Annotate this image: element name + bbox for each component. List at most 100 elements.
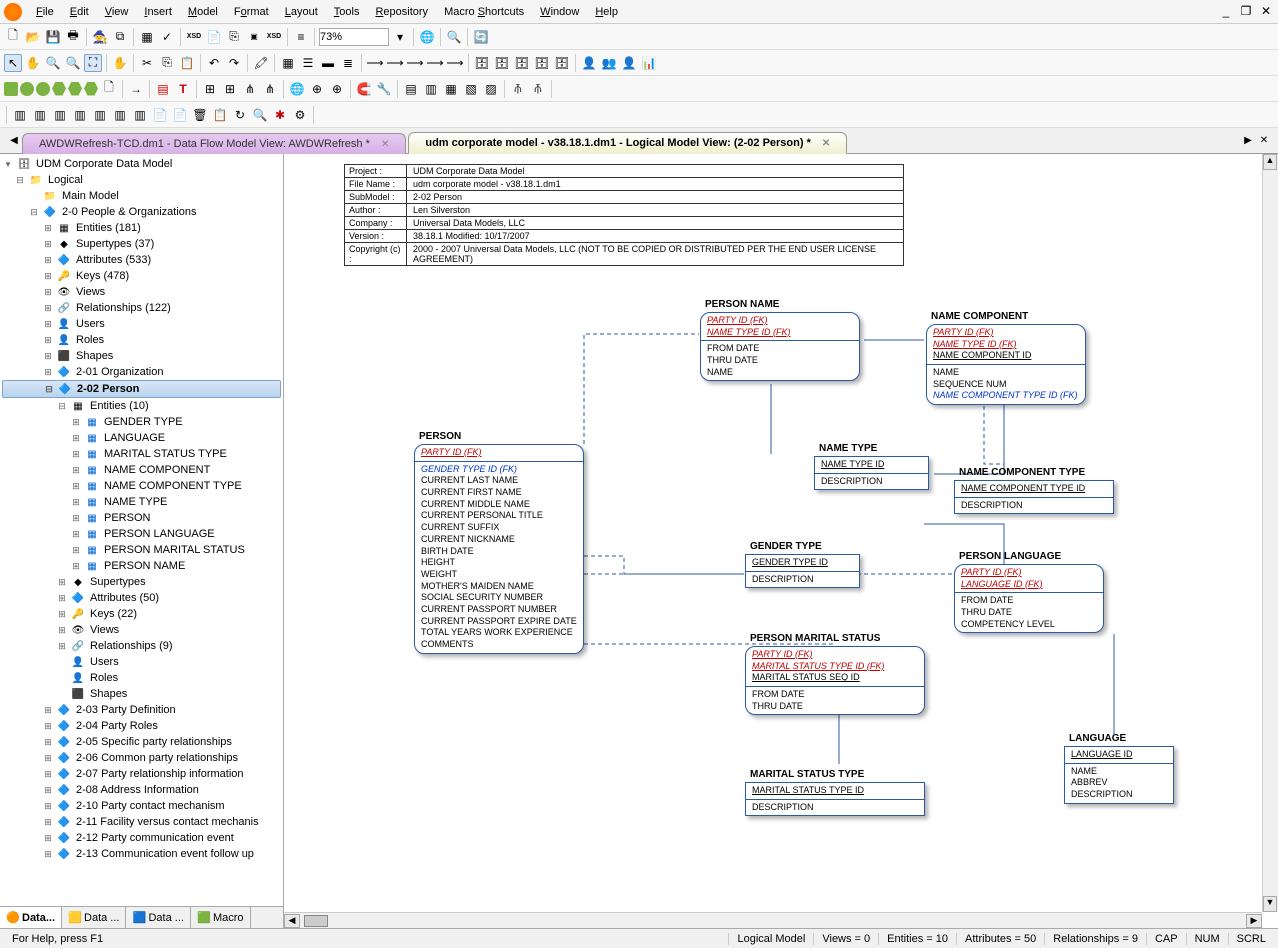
tree-submodel[interactable]: ⊞🔷2-12 Party communication event <box>2 830 281 846</box>
db2-icon[interactable]: 🗄 <box>493 54 511 72</box>
tree-item[interactable]: ⬛Shapes <box>2 686 281 702</box>
rel4-icon[interactable]: ⟶ <box>426 54 444 72</box>
list-icon[interactable]: ☰ <box>299 54 317 72</box>
tree[interactable]: ▾🗄UDM Corporate Data Model ⊟📁Logical 📁Ma… <box>0 154 283 906</box>
rel5-icon[interactable]: ⟶ <box>446 54 464 72</box>
copy-icon[interactable]: ⎘ <box>158 54 176 72</box>
tree-submodel[interactable]: ⊞🔷2-03 Party Definition <box>2 702 281 718</box>
zoom-dropdown-icon[interactable]: ▾ <box>391 28 409 46</box>
text-block-icon[interactable]: ▤ <box>154 80 172 98</box>
tree-entities[interactable]: ⊟▦Entities (10) <box>2 398 281 414</box>
hand-icon[interactable]: ✋ <box>111 54 129 72</box>
html-icon[interactable]: XSD <box>265 28 283 46</box>
tree-item[interactable]: ⊞◆Supertypes <box>2 574 281 590</box>
entity-person-lang[interactable]: PERSON LANGUAGE PARTY ID (FK)LANGUAGE ID… <box>954 564 1104 633</box>
align5-icon[interactable]: ▨ <box>482 80 500 98</box>
menu-view[interactable]: View <box>97 4 137 20</box>
repo10-icon[interactable]: 🗑 <box>191 106 209 124</box>
pan-icon[interactable]: ✋ <box>24 54 42 72</box>
diagram-canvas[interactable]: Project :UDM Corporate Data Model File N… <box>284 154 1278 928</box>
xsd-icon[interactable]: XSD <box>185 28 203 46</box>
menu-window[interactable]: Window <box>532 4 587 20</box>
new-icon[interactable]: 🗋 <box>4 28 22 46</box>
report-icon[interactable]: 📄 <box>205 28 223 46</box>
entity-name-comp-type[interactable]: NAME COMPONENT TYPE NAME COMPONENT TYPE … <box>954 480 1114 514</box>
entity-person-marital[interactable]: PERSON MARITAL STATUS PARTY ID (FK)MARIT… <box>745 646 925 715</box>
redo-icon[interactable]: ↷ <box>225 54 243 72</box>
pointer-icon[interactable]: ↖ <box>4 54 22 72</box>
repo13-icon[interactable]: 🔍 <box>251 106 269 124</box>
tree-logical[interactable]: ⊟📁Logical <box>2 172 281 188</box>
tree-submodel[interactable]: ⊞🔷2-06 Common party relationships <box>2 750 281 766</box>
find-icon[interactable]: 🔍 <box>445 28 463 46</box>
entity-person[interactable]: PERSON PARTY ID (FK) GENDER TYPE ID (FK)… <box>414 444 584 654</box>
repo14-icon[interactable]: ✱ <box>271 106 289 124</box>
tree-item[interactable]: ⊞👁Views <box>2 284 281 300</box>
save-icon[interactable]: 💾 <box>44 28 62 46</box>
tab-close[interactable]: ✕ <box>1256 135 1272 146</box>
entity-name-component[interactable]: NAME COMPONENT PARTY ID (FK)NAME TYPE ID… <box>926 324 1086 405</box>
tree-submodel[interactable]: ⊞🔷2-13 Communication event follow up <box>2 846 281 862</box>
print-icon[interactable]: 🖶 <box>64 28 82 46</box>
tree-root[interactable]: ▾🗄UDM Corporate Data Model <box>2 156 281 172</box>
zoom-in-icon[interactable]: 🔍 <box>44 54 62 72</box>
shape-diamond-icon[interactable] <box>84 82 98 96</box>
tab-close-icon[interactable]: ✕ <box>381 139 389 150</box>
shape-circle-icon[interactable] <box>36 82 50 96</box>
menu-repository[interactable]: Repository <box>367 4 436 20</box>
tree-submodel[interactable]: ⊞🔷2-05 Specific party relationships <box>2 734 281 750</box>
entity-name-type[interactable]: NAME TYPE NAME TYPE ID DESCRIPTION <box>814 456 929 490</box>
tree-item[interactable]: ⊞🔗Relationships (9) <box>2 638 281 654</box>
tree-item[interactable]: 👤Users <box>2 654 281 670</box>
repo6-icon[interactable]: ▥ <box>111 106 129 124</box>
menu-layout[interactable]: Layout <box>277 4 326 20</box>
shape-hex2-icon[interactable] <box>68 82 82 96</box>
highlight-icon[interactable]: 🖍 <box>252 54 270 72</box>
tree-entity[interactable]: ⊞▦PERSON <box>2 510 281 526</box>
tree-submodel[interactable]: ⊞🔷2-07 Party relationship information <box>2 766 281 782</box>
dist1-icon[interactable]: ⫚ <box>509 80 527 98</box>
net2-icon[interactable]: ⊕ <box>328 80 346 98</box>
layout3-icon[interactable]: ⋔ <box>241 80 259 98</box>
open-icon[interactable]: 📂 <box>24 28 42 46</box>
tab-scroll-left[interactable]: ◀ <box>6 135 22 146</box>
menu-tools[interactable]: Tools <box>326 4 368 20</box>
tree-submodel[interactable]: ⊞🔷2-04 Party Roles <box>2 718 281 734</box>
layout4-icon[interactable]: ⋔ <box>261 80 279 98</box>
scrollbar-vertical[interactable]: ▲▼ <box>1262 154 1278 912</box>
tree-item[interactable]: ⊞🔑Keys (22) <box>2 606 281 622</box>
tree-submodel[interactable]: ⊞🔷2-11 Facility versus contact mechanis <box>2 814 281 830</box>
tree-item[interactable]: ⊞👤Roles <box>2 332 281 348</box>
tool-icon[interactable]: 🔧 <box>375 80 393 98</box>
repo5-icon[interactable]: ▥ <box>91 106 109 124</box>
role-icon[interactable]: 👤 <box>620 54 638 72</box>
btab-data3[interactable]: 🟦Data ... <box>126 907 190 928</box>
rel3-icon[interactable]: ⟶ <box>406 54 424 72</box>
btab-data[interactable]: 🟠Data... <box>0 907 62 928</box>
shape-page-icon[interactable]: 🗋 <box>100 80 118 98</box>
tree-entity[interactable]: ⊞▦NAME TYPE <box>2 494 281 510</box>
earth-icon[interactable]: 🌐 <box>288 80 306 98</box>
tree-item[interactable]: ⊞🔗Relationships (122) <box>2 300 281 316</box>
entity-language[interactable]: LANGUAGE LANGUAGE ID NAMEABBREVDESCRIPTI… <box>1064 746 1174 804</box>
tree-person[interactable]: ⊟🔷2-02 Person <box>2 380 281 398</box>
tree-item[interactable]: ⊞🔷Attributes (533) <box>2 252 281 268</box>
layout2-icon[interactable]: ⊞ <box>221 80 239 98</box>
repo3-icon[interactable]: ▥ <box>51 106 69 124</box>
arrow-icon[interactable]: → <box>127 80 145 98</box>
cut-icon[interactable]: ✂ <box>138 54 156 72</box>
restore-button[interactable]: ❐ <box>1238 4 1254 20</box>
tree-entity[interactable]: ⊞▦LANGUAGE <box>2 430 281 446</box>
scrollbar-horizontal[interactable]: ◀▶ <box>284 912 1262 928</box>
db1-icon[interactable]: 🗄 <box>473 54 491 72</box>
tab-scroll-right[interactable]: ▶ <box>1240 135 1256 146</box>
tree-submodel[interactable]: ⊞🔷2-10 Party contact mechanism <box>2 798 281 814</box>
layout1-icon[interactable]: ⊞ <box>201 80 219 98</box>
tree-item[interactable]: ⊞⬛Shapes <box>2 348 281 364</box>
tree-item[interactable]: ⊞▦Entities (181) <box>2 220 281 236</box>
repo8-icon[interactable]: 📄 <box>151 106 169 124</box>
user-icon[interactable]: 👤 <box>580 54 598 72</box>
tree-entity[interactable]: ⊞▦NAME COMPONENT TYPE <box>2 478 281 494</box>
menu-file[interactable]: File <box>28 4 62 20</box>
btab-macro[interactable]: 🟩Macro <box>191 907 251 928</box>
